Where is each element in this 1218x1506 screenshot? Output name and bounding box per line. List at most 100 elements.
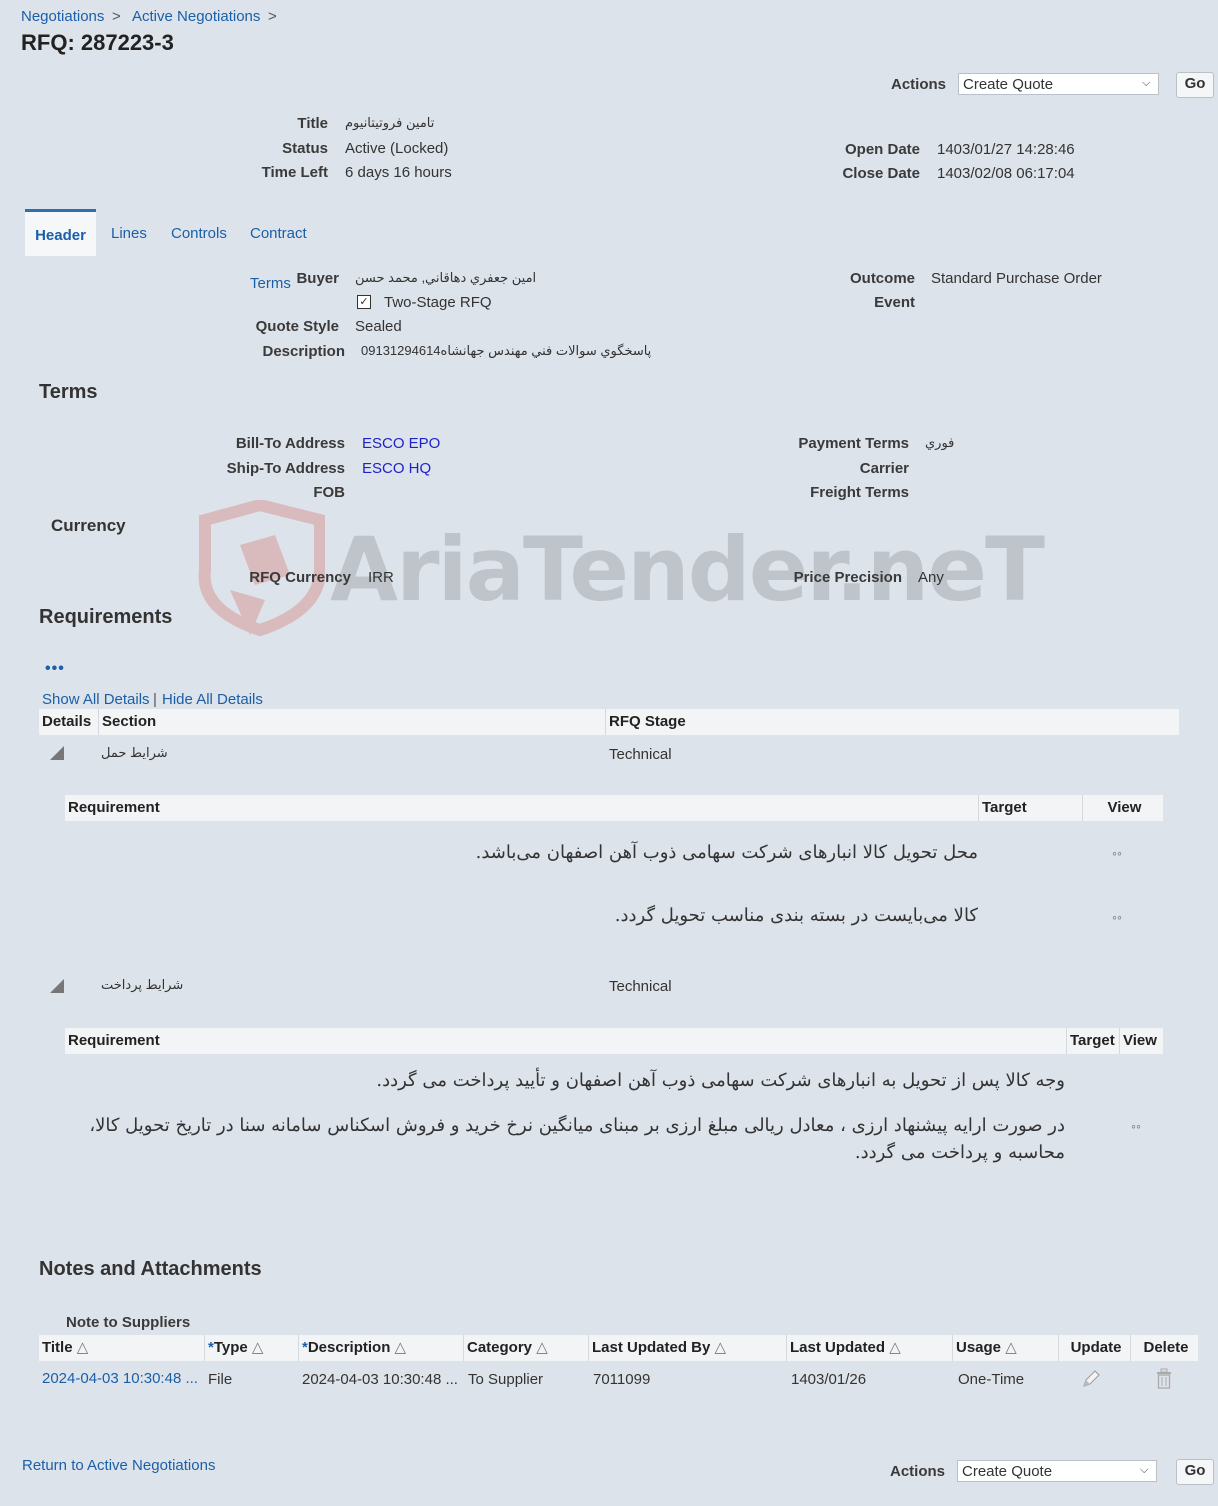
column-header-view: View: [1123, 1032, 1157, 1049]
breadcrumb-separator: >: [112, 8, 121, 25]
price-precision-value: Any: [918, 569, 944, 586]
close-date-label: Close Date: [842, 165, 920, 182]
section-stage: Technical: [609, 978, 672, 995]
glasses-icon[interactable]: ◦◦: [1112, 909, 1122, 925]
column-header-target: Target: [979, 795, 1083, 821]
pencil-icon[interactable]: [1080, 1368, 1102, 1390]
status-value: Active (Locked): [345, 140, 449, 157]
ship-to-link[interactable]: ESCO HQ: [362, 460, 431, 477]
payment-terms-value: فوري: [925, 435, 955, 450]
sort-icon: △: [1005, 1339, 1017, 1356]
column-header-section: Section: [99, 709, 606, 735]
price-precision-label: Price Precision: [793, 569, 902, 586]
page-title: RFQ: 287223-3: [21, 30, 174, 55]
time-left-label: Time Left: [261, 164, 328, 181]
freight-terms-label: Freight Terms: [810, 484, 909, 501]
currency-heading: Currency: [51, 516, 126, 535]
column-header-requirement: Requirement: [65, 795, 979, 821]
more-actions-icon[interactable]: •••: [45, 660, 65, 678]
requirement-text: وجه کالا پس از تحویل به انبارهای شرکت سه…: [376, 1070, 1065, 1091]
breadcrumb-separator: >: [268, 8, 277, 25]
hide-all-details-link[interactable]: Hide All Details: [162, 691, 263, 708]
attachment-category: To Supplier: [468, 1371, 544, 1388]
column-header-last-updated-by[interactable]: Last Updated By △: [589, 1335, 787, 1361]
glasses-icon[interactable]: ◦◦: [1131, 1118, 1141, 1134]
sort-icon: △: [714, 1339, 727, 1356]
sort-icon: △: [76, 1339, 89, 1356]
trash-icon[interactable]: [1155, 1368, 1173, 1390]
column-header-type-text: Type: [213, 1339, 248, 1356]
column-header-last-updated-text: Last Updated: [790, 1339, 886, 1356]
actions-label: Actions: [891, 76, 947, 93]
quote-style-label: Quote Style: [255, 318, 339, 335]
actions-select[interactable]: Create Quote: [957, 1460, 1157, 1482]
sort-icon: △: [536, 1339, 548, 1356]
requirement-text: در صورت ارایه پیشنهاد ارزی ، معادل ریالی…: [89, 1115, 1065, 1163]
rfq-currency-label: RFQ Currency: [249, 569, 351, 586]
title-label: Title: [297, 115, 328, 132]
column-header-last-updated-by-text: Last Updated By: [592, 1339, 711, 1356]
go-button[interactable]: Go: [1176, 1459, 1214, 1485]
attachment-type: File: [208, 1371, 233, 1388]
attachment-last-updated-by: 7011099: [593, 1371, 651, 1388]
attachment-usage: One-Time: [958, 1371, 1025, 1388]
note-to-suppliers-label: Note to Suppliers: [66, 1314, 191, 1331]
payment-terms-label: Payment Terms: [798, 435, 909, 452]
return-to-active-negotiations-link[interactable]: Return to Active Negotiations: [22, 1457, 215, 1474]
breadcrumb-negotiations[interactable]: Negotiations: [21, 8, 104, 25]
open-date-value: 1403/01/27 14:28:46: [937, 141, 1075, 158]
attachment-last-updated: 1403/01/26: [791, 1371, 867, 1388]
fob-label: FOB: [313, 484, 345, 501]
column-header-view: View: [1107, 799, 1142, 816]
two-stage-checkbox: ✓: [357, 295, 371, 309]
column-header-usage-text: Usage: [956, 1339, 1002, 1356]
column-header-description-text: Description: [307, 1339, 391, 1356]
column-header-details: Details: [39, 709, 99, 735]
actions-select[interactable]: Create Quote: [958, 73, 1159, 95]
notes-heading: Notes and Attachments: [39, 1258, 262, 1280]
go-button[interactable]: Go: [1176, 72, 1214, 98]
requirement-subtable-header: Requirement Target View: [65, 795, 1163, 821]
column-header-title[interactable]: Title △: [39, 1335, 205, 1361]
collapse-toggle-icon[interactable]: [50, 746, 64, 760]
event-label: Event: [874, 294, 915, 311]
link-divider: |: [153, 691, 157, 708]
column-header-usage[interactable]: Usage △: [953, 1335, 1059, 1361]
column-header-requirement: Requirement: [65, 1028, 1067, 1054]
column-header-last-updated[interactable]: Last Updated △: [787, 1335, 953, 1361]
requirements-heading: Requirements: [39, 606, 173, 628]
carrier-label: Carrier: [859, 460, 909, 477]
buyer-value: امين جعفري دهاقاني, محمد حسن: [355, 270, 537, 285]
tab-contract-terms[interactable]: Contract Terms: [250, 209, 307, 292]
tab-header[interactable]: Header: [25, 209, 96, 256]
two-stage-label: Two-Stage RFQ: [384, 294, 492, 311]
attachment-description: 2024-04-03 10:30:48 ...: [302, 1371, 458, 1388]
rfq-currency-value: IRR: [368, 569, 394, 586]
close-date-value: 1403/02/08 06:17:04: [937, 165, 1075, 182]
time-left-value: 6 days 16 hours: [345, 164, 452, 181]
column-header-rfq-stage: RFQ Stage: [609, 713, 686, 730]
tab-controls[interactable]: Controls: [171, 209, 227, 253]
collapse-toggle-icon[interactable]: [50, 979, 64, 993]
glasses-icon[interactable]: ◦◦: [1112, 845, 1122, 861]
buyer-label: Buyer: [296, 270, 339, 287]
column-header-title-text: Title: [42, 1339, 73, 1356]
attachment-title-link[interactable]: 2024-04-03 10:30:48 ...: [42, 1370, 198, 1387]
quote-style-value: Sealed: [355, 318, 402, 335]
bill-to-link[interactable]: ESCO EPO: [362, 435, 440, 452]
section-name: شرایط پرداخت: [101, 977, 184, 992]
outcome-value: Standard Purchase Order: [931, 270, 1102, 287]
sort-icon: △: [394, 1339, 407, 1356]
column-header-category[interactable]: Category △: [464, 1335, 589, 1361]
tab-lines[interactable]: Lines: [111, 209, 147, 253]
breadcrumb-active-negotiations[interactable]: Active Negotiations: [132, 8, 260, 25]
show-all-details-link[interactable]: Show All Details: [42, 691, 150, 708]
column-header-description[interactable]: *Description △: [299, 1335, 464, 1361]
section-name: شرایط حمل: [101, 745, 168, 760]
column-header-type[interactable]: *Type △: [205, 1335, 299, 1361]
requirements-table-header: Details Section RFQ Stage: [39, 709, 1179, 735]
column-header-delete: Delete: [1143, 1339, 1189, 1356]
outcome-label: Outcome: [849, 270, 915, 287]
open-date-label: Open Date: [844, 141, 920, 158]
column-header-category-text: Category: [467, 1339, 533, 1356]
